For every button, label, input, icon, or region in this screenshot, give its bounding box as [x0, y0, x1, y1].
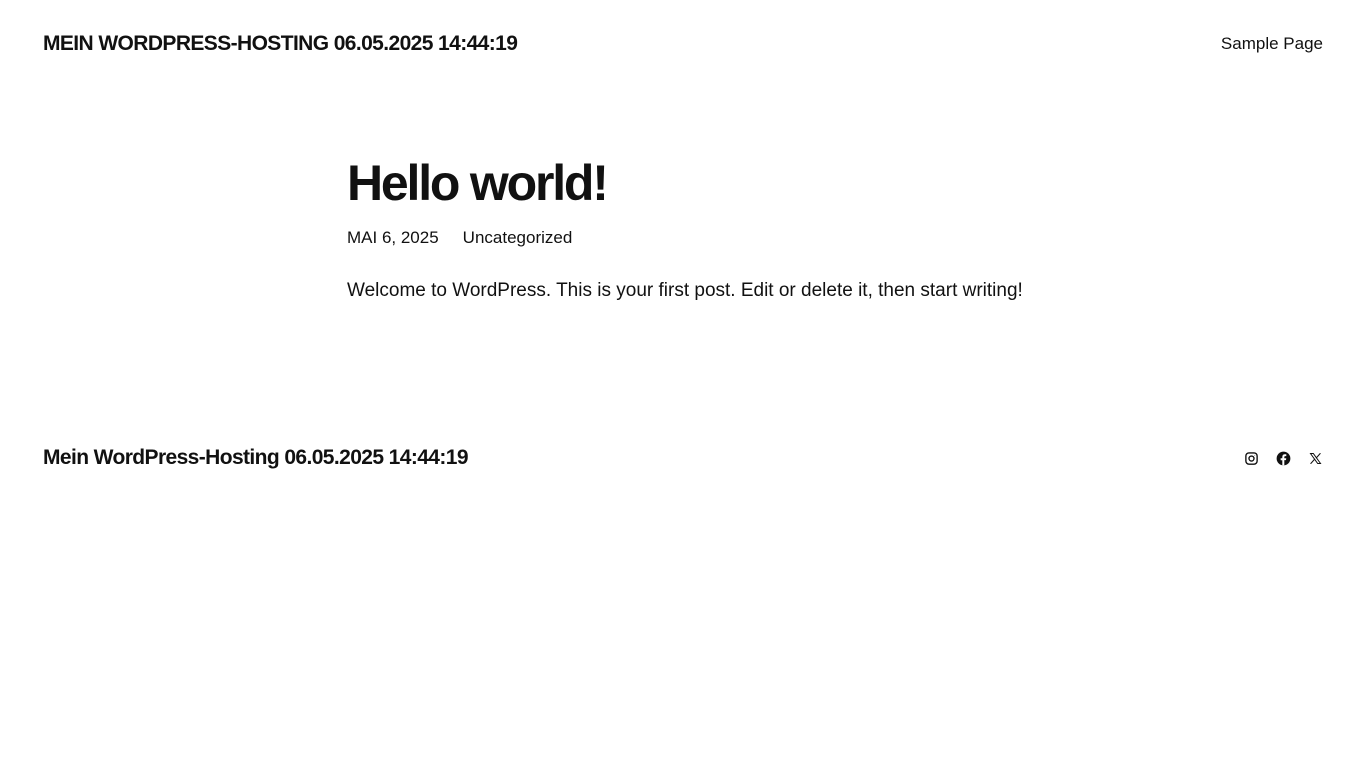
- post-meta: MAI 6, 2025 Uncategorized: [347, 227, 1019, 249]
- post-category[interactable]: Uncategorized: [463, 227, 573, 249]
- x-icon[interactable]: [1307, 450, 1323, 466]
- post: Hello world! MAI 6, 2025 Uncategorized W…: [347, 152, 1023, 304]
- facebook-icon[interactable]: [1275, 450, 1291, 466]
- instagram-icon[interactable]: [1243, 450, 1259, 466]
- nav-link-sample-page[interactable]: Sample Page: [1221, 33, 1323, 55]
- post-content: Welcome to WordPress. This is your first…: [347, 280, 1023, 301]
- footer-site-title[interactable]: Mein WordPress-Hosting 06.05.2025 14:44:…: [43, 444, 469, 472]
- post-title[interactable]: Hello world!: [347, 152, 1019, 214]
- social-links: [1243, 450, 1323, 466]
- post-date[interactable]: MAI 6, 2025: [347, 227, 439, 249]
- site-title[interactable]: MEIN WORDPRESS-HOSTING 06.05.2025 14:44:…: [43, 30, 518, 58]
